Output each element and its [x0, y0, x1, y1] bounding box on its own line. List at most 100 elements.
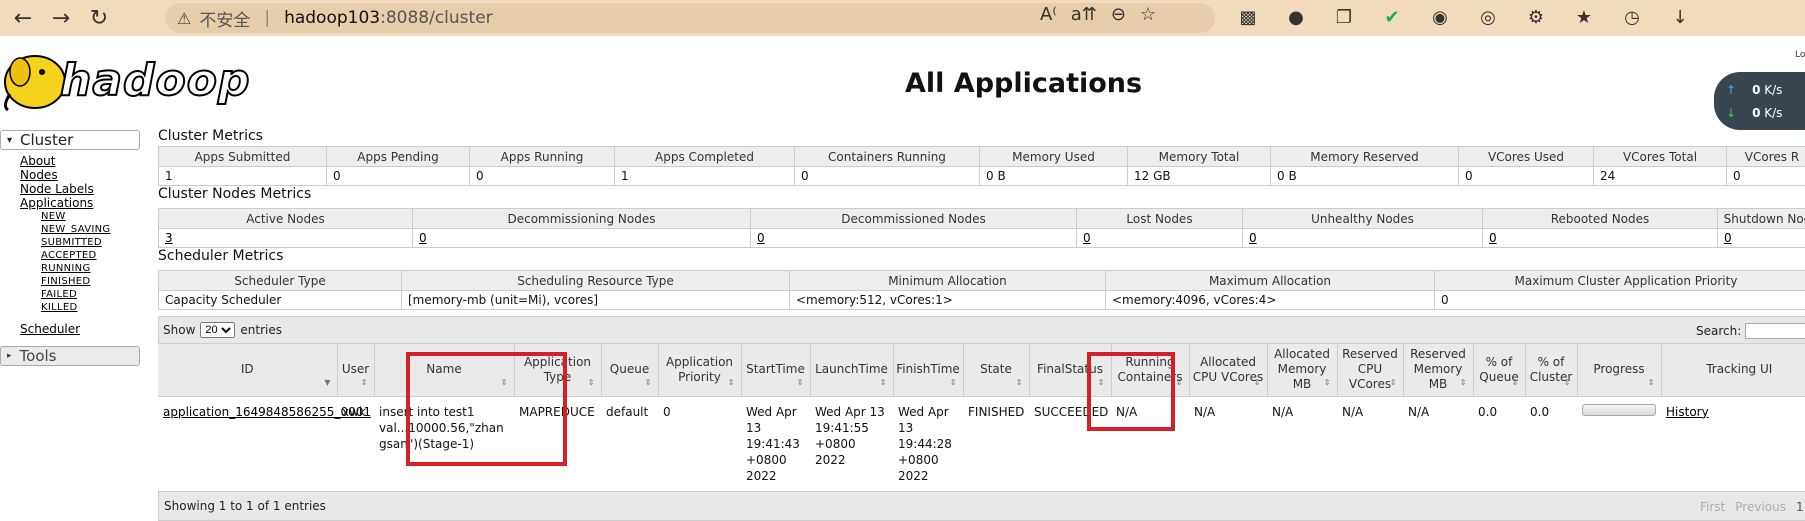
column-header-queue[interactable]: Queue⇕	[601, 344, 658, 396]
metric-header: VCores R	[1727, 147, 1805, 167]
entries-label: entries	[240, 323, 282, 337]
sidebar-cluster-header[interactable]: ▾ Cluster	[0, 130, 140, 150]
pager-page-1[interactable]: 1	[1796, 500, 1804, 514]
column-header-tracking-ui[interactable]: Tracking UI⇕	[1661, 344, 1805, 396]
application-id-link[interactable]: application_1649848586255_0001	[163, 405, 371, 419]
zoom-out-icon[interactable]: ⊖	[1111, 4, 1126, 25]
sidebar-state-accepted[interactable]: ACCEPTED	[41, 249, 140, 262]
column-header-starttime[interactable]: StartTime⇕	[741, 344, 810, 396]
cluster-metrics-title: Cluster Metrics	[158, 128, 1805, 146]
metric-header: Memory Reserved	[1271, 147, 1459, 167]
sidebar-cluster-links: About Nodes Node Labels Applications NEW…	[0, 150, 140, 340]
download-icon[interactable]: ↓	[1667, 4, 1693, 30]
sidebar-link-scheduler[interactable]: Scheduler	[20, 322, 140, 336]
column-header-application-priority[interactable]: Application Priority⇕	[658, 344, 741, 396]
sidebar-state-running[interactable]: RUNNING	[41, 262, 140, 275]
url-path: :8088/cluster	[380, 8, 493, 28]
favorites-icon[interactable]: ★	[1571, 4, 1597, 30]
column-header-launchtime[interactable]: LaunchTime⇕	[810, 344, 893, 396]
column-header-state[interactable]: State⇕	[963, 344, 1029, 396]
scheduler-value: 0	[1435, 291, 1805, 310]
header-label: Application Priority	[666, 355, 733, 384]
extension-icon[interactable]: ●	[1283, 4, 1309, 30]
column-header-progress[interactable]: Progress⇕	[1577, 344, 1661, 396]
sidebar-link-applications[interactable]: Applications	[20, 196, 140, 210]
metric-value: 0	[470, 167, 615, 186]
sidebar-state-killed[interactable]: KILLED	[41, 301, 140, 314]
read-aloud-icon[interactable]: A⁽	[1040, 4, 1057, 25]
unhealthy-nodes-link[interactable]: 0	[1249, 231, 1257, 245]
scheduler-metrics-title: Scheduler Metrics	[158, 248, 1805, 266]
puzzle-icon[interactable]: ⚙	[1523, 4, 1549, 30]
sort-icon: ⇕	[361, 375, 368, 390]
extension-icon[interactable]: ◎	[1475, 4, 1501, 30]
column-header-user[interactable]: User⇕	[337, 344, 374, 396]
translate-icon[interactable]: a⇈	[1071, 4, 1097, 25]
column-header-pct-queue[interactable]: % of Queue⇕	[1473, 344, 1525, 396]
sidebar-state-submitted[interactable]: SUBMITTED	[41, 236, 140, 249]
extension-icon[interactable]: ◉	[1427, 4, 1453, 30]
triangle-right-icon: ▸	[7, 351, 12, 361]
scheduler-value: [memory-mb (unit=Mi), vcores]	[402, 291, 790, 310]
decommissioned-nodes-link[interactable]: 0	[757, 231, 765, 245]
sort-icon: ⇕	[588, 375, 595, 390]
metric-header: Active Nodes	[159, 209, 413, 229]
metric-header: VCores Used	[1459, 147, 1594, 167]
extensions-bar: ▩ ● ❐ ✔ ◉ ◎ ⚙ ★ ◷ ↓	[1235, 4, 1693, 30]
search-label: Search:	[1696, 324, 1741, 338]
collections-icon[interactable]: ❐	[1331, 4, 1357, 30]
sidebar-link-nodes[interactable]: Nodes	[20, 168, 140, 182]
active-nodes-link[interactable]: 3	[165, 231, 173, 245]
sidebar-state-new[interactable]: NEW	[41, 210, 140, 223]
metric-value: 0	[1459, 167, 1594, 186]
sidebar-state-finished[interactable]: FINISHED	[41, 275, 140, 288]
metric-header: Rebooted Nodes	[1483, 209, 1718, 229]
column-header-finishtime[interactable]: FinishTime⇕	[893, 344, 963, 396]
sidebar-state-new-saving[interactable]: NEW_SAVING	[41, 223, 140, 236]
sidebar-link-node-labels[interactable]: Node Labels	[20, 182, 140, 196]
pager-previous[interactable]: Previous	[1735, 500, 1786, 514]
shutdown-nodes-link[interactable]: 0	[1724, 231, 1732, 245]
search-input[interactable]	[1745, 323, 1805, 339]
url-host: hadoop103	[284, 8, 380, 28]
sidebar-state-failed[interactable]: FAILED	[41, 288, 140, 301]
metric-header: Lost Nodes	[1077, 209, 1243, 229]
column-header-pct-cluster[interactable]: % of Cluster⇕	[1525, 344, 1577, 396]
history-icon[interactable]: ◷	[1619, 4, 1645, 30]
metric-header: Apps Pending	[327, 147, 470, 167]
shield-icon[interactable]: ✔	[1379, 4, 1405, 30]
reload-icon[interactable]: ↻	[84, 3, 114, 33]
add-favorite-icon[interactable]: ☆	[1140, 4, 1156, 25]
metric-value: 12 GB	[1128, 167, 1271, 186]
table-info: Showing 1 to 1 of 1 entries	[164, 499, 326, 513]
sidebar-tools-header[interactable]: ▸ Tools	[0, 346, 140, 366]
sort-icon: ⇕	[1512, 375, 1519, 390]
rebooted-nodes-link[interactable]: 0	[1489, 231, 1497, 245]
metric-value: 0 B	[1271, 167, 1459, 186]
cell-reserved-cpu: N/A	[1337, 396, 1403, 491]
column-header-allocated-memory[interactable]: Allocated Memory MB⇕	[1267, 344, 1337, 396]
page-size-select[interactable]: 20	[200, 322, 235, 338]
forward-arrow-icon[interactable]: →	[46, 3, 76, 33]
column-header-reserved-memory[interactable]: Reserved Memory MB⇕	[1403, 344, 1473, 396]
metric-value: 0	[795, 167, 980, 186]
column-header-reserved-cpu[interactable]: Reserved CPU VCores⇕	[1337, 344, 1403, 396]
sort-icon: ⇕	[797, 375, 804, 390]
lost-nodes-link[interactable]: 0	[1083, 231, 1091, 245]
back-arrow-icon[interactable]: ←	[8, 3, 38, 33]
sidebar-link-about[interactable]: About	[20, 154, 140, 168]
sidebar-cluster-label: Cluster	[20, 131, 73, 149]
download-unit: K/s	[1764, 106, 1782, 120]
pager-first[interactable]: First	[1700, 500, 1725, 514]
sort-icon: ⇕	[1254, 375, 1261, 390]
decommissioning-nodes-link[interactable]: 0	[419, 231, 427, 245]
metric-value: 1	[159, 167, 327, 186]
column-header-allocated-cpu[interactable]: Allocated CPU VCores⇕	[1189, 344, 1267, 396]
url-separator: |	[264, 8, 270, 28]
tracking-ui-link[interactable]: History	[1666, 405, 1709, 419]
column-header-id[interactable]: ID▼	[158, 344, 337, 396]
cell-starttime: Wed Apr 13 19:41:43 +0800 2022	[741, 396, 810, 491]
datatable-toolbar: Show 20 entries Search:	[158, 316, 1805, 344]
extension-icon[interactable]: ▩	[1235, 4, 1261, 30]
sort-icon: ⇕	[1460, 375, 1467, 390]
